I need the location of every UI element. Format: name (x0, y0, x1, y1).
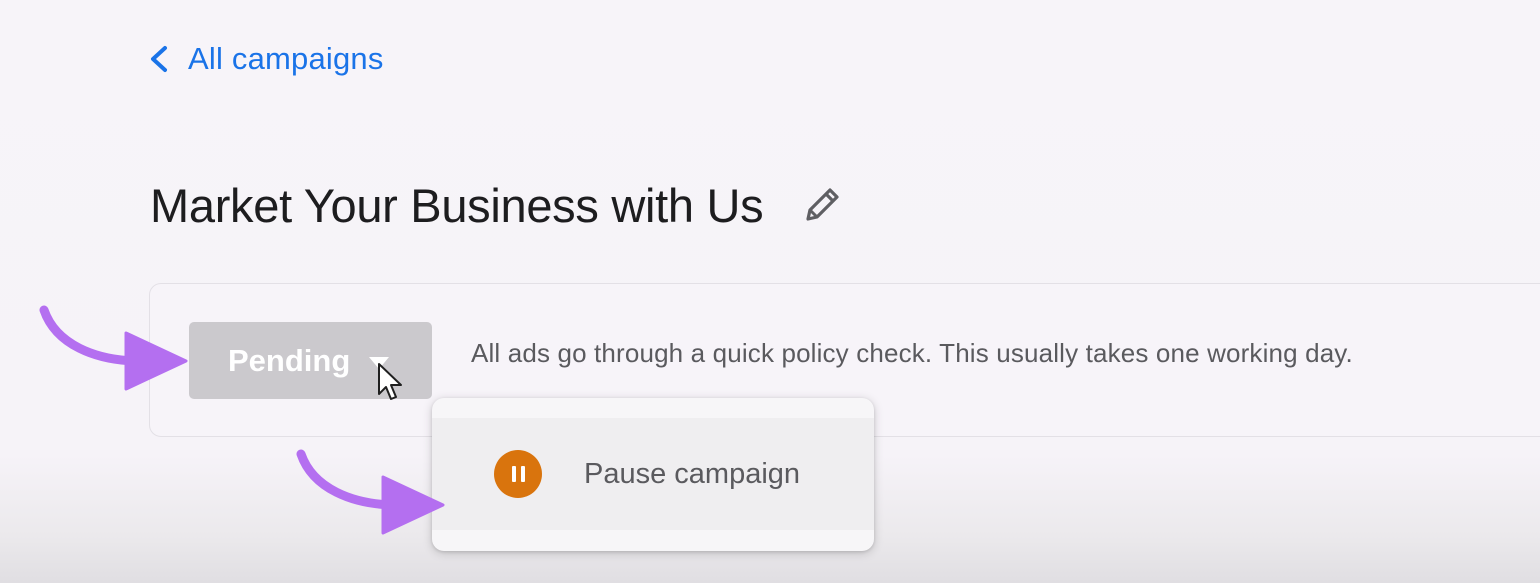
pause-campaign-menu-item[interactable]: Pause campaign (432, 418, 874, 530)
menu-item-label: Pause campaign (584, 457, 801, 490)
edit-title-button[interactable] (797, 180, 847, 230)
pause-circle-icon (494, 450, 542, 498)
back-link-label: All campaigns (188, 41, 384, 76)
status-dropdown-label: Pending (228, 342, 351, 378)
pencil-icon (806, 188, 839, 221)
curved-arrow-icon (39, 305, 188, 391)
status-menu: Pause campaign (432, 398, 874, 551)
curved-arrow-icon (296, 449, 445, 535)
back-to-campaigns-link[interactable]: All campaigns (144, 36, 384, 82)
status-description: All ads go through a quick policy check.… (471, 338, 1353, 368)
mouse-pointer-icon (378, 363, 402, 400)
chevron-left-icon (151, 46, 167, 72)
page-title: Market Your Business with Us (150, 178, 764, 232)
campaign-header: Market Your Business with Us (150, 172, 847, 238)
